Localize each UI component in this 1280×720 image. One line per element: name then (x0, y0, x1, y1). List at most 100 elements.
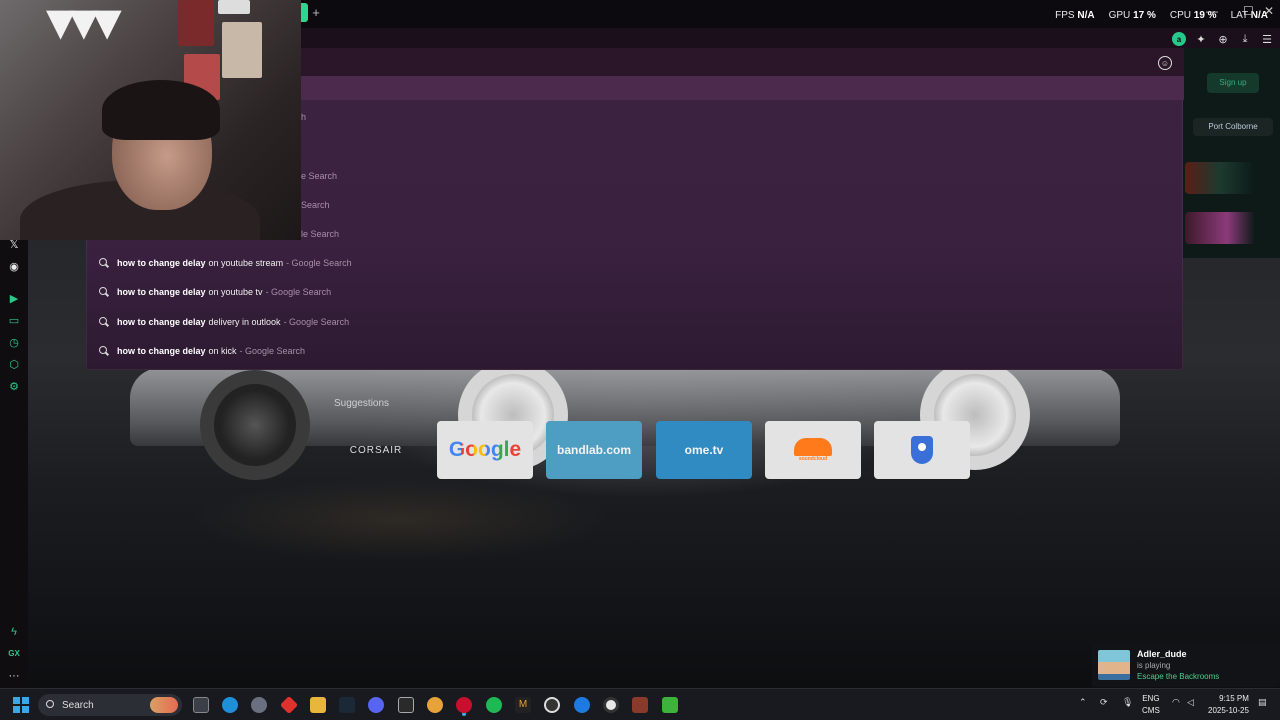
tile-label: ome.tv (684, 443, 724, 457)
background-wheel (200, 370, 310, 480)
close-button[interactable]: ✕ (1264, 4, 1274, 18)
task-view-icon[interactable] (193, 697, 209, 713)
file-explorer-icon[interactable] (310, 697, 326, 713)
obs-icon[interactable] (603, 697, 619, 713)
wall-poster (222, 22, 262, 78)
suggestion-source: - Google Search (239, 346, 306, 356)
emoji-icon[interactable]: ☺ (1158, 56, 1172, 70)
discord-icon[interactable]: ◉ (7, 260, 21, 274)
speed-dial-soundcloud[interactable]: soundcloud (765, 421, 861, 479)
download-icon[interactable]: ⤓ (1238, 32, 1252, 46)
steam-icon[interactable] (339, 697, 355, 713)
maximize-button[interactable]: ☐ (1243, 4, 1254, 18)
suggestion-item[interactable]: how to change delay on youtube stream - … (99, 254, 352, 272)
notification-user: Adler_dude (1137, 649, 1187, 659)
minimize-button[interactable]: — (1206, 4, 1218, 18)
language-indicator[interactable]: ENG CMS (1142, 693, 1160, 717)
archive-icon[interactable] (632, 697, 648, 713)
start-button[interactable] (13, 697, 29, 713)
extensions-icon[interactable]: ⬡ (7, 358, 21, 372)
widget-thumbnail[interactable] (1185, 162, 1255, 194)
chrome-icon[interactable] (427, 697, 443, 713)
suggestion-source: - Google Search (265, 287, 332, 297)
suggestion-query: how to change delay (117, 346, 206, 356)
suggestion-item[interactable]: how to change delay on youtube tv - Goog… (99, 283, 331, 301)
lang-bottom: CMS (1142, 706, 1160, 715)
notification-center-icon[interactable]: ▤ (1258, 697, 1267, 708)
suggestion-fragment: le Search (301, 229, 340, 239)
suggestion-item[interactable]: how to change delay delivery in outlook … (99, 313, 349, 331)
clock[interactable]: 9:15 PM 2025-10-25 (1208, 693, 1249, 717)
speed-dial-ometv[interactable]: ome.tv (656, 421, 752, 479)
soundcloud-logo: soundcloud (794, 438, 832, 462)
wall-poster (178, 0, 214, 46)
speed-dial-label: Suggestions (334, 398, 390, 409)
twitch-icon[interactable]: ϟ (7, 625, 21, 639)
settings-icon[interactable] (251, 697, 267, 713)
x-icon[interactable]: 𝕏 (7, 238, 21, 252)
speed-dial-corsair[interactable]: CORSAIR (328, 421, 424, 479)
menu-icon[interactable]: ☰ (1260, 32, 1274, 46)
taskbar-search[interactable]: Search (38, 694, 182, 716)
microphone-icon[interactable]: 🎙 (1122, 697, 1133, 708)
app-icon-blue[interactable] (574, 697, 590, 713)
search-highlight-icon (150, 697, 178, 713)
soundcloud-icon (794, 438, 832, 456)
discord-icon[interactable] (368, 697, 384, 713)
search-icon (99, 258, 109, 268)
edge-icon[interactable] (222, 697, 238, 713)
signup-button[interactable]: Sign up (1207, 73, 1259, 93)
suggestion-query: how to change delay (117, 287, 206, 297)
wifi-icon[interactable]: ◠ (1172, 697, 1180, 708)
suggestion-fragment: Search (301, 200, 330, 210)
person-hair (102, 80, 220, 140)
gx-icon[interactable]: GX (7, 647, 21, 661)
tray-overflow-icon[interactable]: ⌃ (1079, 697, 1087, 708)
speed-dial-google[interactable]: Google (437, 421, 533, 479)
extensions-icon[interactable]: ✦ (1194, 32, 1208, 46)
suggestion-query: how to change delay (117, 258, 206, 268)
suggestion-source: - Google Search (283, 317, 350, 327)
clock-date: 2025-10-25 (1208, 706, 1249, 715)
notification-game: Escape the Backrooms (1137, 672, 1220, 681)
hud-gpu: GPU 17 % (1108, 10, 1156, 21)
suggestion-rest: on youtube tv (208, 287, 263, 297)
weather-city[interactable]: Port Colborne (1193, 118, 1273, 136)
suggestion-rest: delivery in outlook (208, 317, 281, 327)
play-icon[interactable]: ▶ (7, 292, 21, 306)
opera-gx-icon[interactable] (456, 697, 472, 713)
search-icon (99, 287, 109, 297)
history-icon[interactable]: ◷ (7, 336, 21, 350)
wall-poster (218, 0, 250, 14)
lang-top: ENG (1142, 694, 1160, 703)
tile-label: bandlab.com (556, 443, 631, 457)
spotify-icon[interactable] (486, 697, 502, 713)
search-icon (99, 346, 109, 356)
suggestion-item[interactable]: how to change delay on kick - Google Sea… (99, 342, 305, 360)
settings-icon[interactable]: ⚙ (7, 380, 21, 394)
app-icon-m[interactable]: M (515, 697, 531, 713)
toolbar-right: a ✦ ⊕ ⤓ ☰ (1172, 32, 1274, 46)
streamer-logo: ▼▼▼ (46, 0, 122, 44)
speed-dial-bandlab[interactable]: bandlab.com (546, 421, 642, 479)
shield-icon (911, 436, 933, 464)
epic-games-icon[interactable] (398, 697, 414, 713)
speed-dial-shield[interactable] (874, 421, 970, 479)
sync-icon[interactable]: ⟳ (1100, 697, 1108, 708)
vpn-icon[interactable]: ⊕ (1216, 32, 1230, 46)
tile-label: soundcloud (798, 456, 828, 462)
app-icon-red[interactable] (279, 695, 299, 715)
game-activity-notification[interactable]: Adler_dude is playing Escape the Backroo… (1092, 643, 1280, 687)
minecraft-icon[interactable] (662, 697, 678, 713)
user-avatar (1098, 650, 1130, 680)
new-tab-button[interactable]: + (309, 4, 323, 22)
github-icon[interactable] (544, 697, 560, 713)
opera-account-icon[interactable]: a (1172, 32, 1186, 46)
wallet-icon[interactable]: ▭ (7, 314, 21, 328)
more-icon[interactable]: ··· (7, 669, 21, 683)
widget-thumbnail[interactable] (1185, 212, 1255, 244)
tile-label: CORSAIR (349, 444, 403, 456)
taskbar: Search M ⌃ ⟳ 🎙 ENG CMS ◠ ◁ 9:15 PM 2025-… (0, 688, 1280, 720)
google-logo: Google (448, 438, 522, 461)
volume-icon[interactable]: ◁ (1187, 697, 1194, 708)
